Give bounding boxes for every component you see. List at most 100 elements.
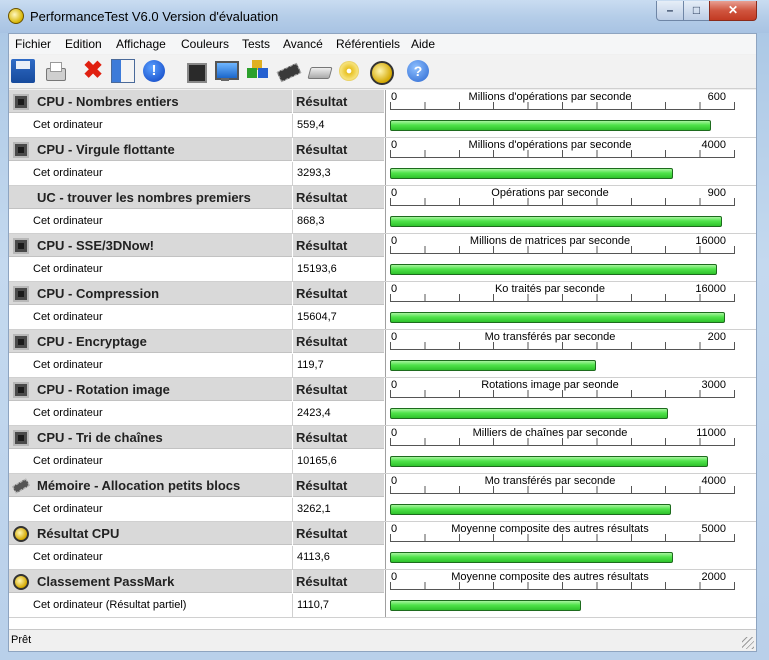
- memory-chip-icon[interactable]: [276, 59, 300, 83]
- result-column-header: Résultat: [296, 238, 348, 253]
- result-graph: 0 Milliers de chaînes par seconde 11000: [385, 426, 756, 474]
- menu-affichage[interactable]: Affichage: [116, 37, 166, 51]
- result-bar: [390, 504, 671, 515]
- passmark-icon[interactable]: [368, 59, 394, 85]
- graph-scale: 0 Moyenne composite des autres résultats…: [390, 522, 735, 545]
- bar-track: [390, 120, 734, 131]
- menu-referentiels[interactable]: Référentiels: [336, 37, 400, 51]
- help-icon[interactable]: ?: [407, 60, 429, 82]
- test-row[interactable]: CPU - Compression Résultat Cet ordinateu…: [9, 282, 756, 330]
- result-value: 15193,6: [297, 263, 337, 275]
- monitor-icon[interactable]: [213, 59, 239, 83]
- test-header[interactable]: CPU - Rotation image Résultat: [9, 378, 384, 401]
- chip-icon: [13, 382, 29, 398]
- result-value: 559,4: [297, 119, 325, 131]
- computer-label: Cet ordinateur: [33, 503, 103, 515]
- menu-avance[interactable]: Avancé: [283, 37, 323, 51]
- info-icon[interactable]: !: [143, 60, 165, 82]
- test-result-row[interactable]: Cet ordinateur 3293,3: [9, 162, 384, 186]
- test-result-row[interactable]: Cet ordinateur 559,4: [9, 114, 384, 138]
- test-row[interactable]: UC - trouver les nombres premiers Résult…: [9, 186, 756, 234]
- test-name: UC - trouver les nombres premiers: [37, 190, 251, 205]
- cd-icon[interactable]: [337, 59, 361, 83]
- test-header[interactable]: CPU - Encryptage Résultat: [9, 330, 384, 353]
- test-name: Mémoire - Allocation petits blocs: [37, 478, 241, 493]
- menu-couleurs[interactable]: Couleurs: [181, 37, 229, 51]
- test-header[interactable]: CPU - Virgule flottante Résultat: [9, 138, 384, 161]
- test-result-row[interactable]: Cet ordinateur 4113,6: [9, 546, 384, 570]
- test-result-row[interactable]: Cet ordinateur 119,7: [9, 354, 384, 378]
- test-header[interactable]: CPU - Compression Résultat: [9, 282, 384, 305]
- test-row[interactable]: CPU - Encryptage Résultat Cet ordinateur…: [9, 330, 756, 378]
- menu-fichier[interactable]: Fichier: [15, 37, 51, 51]
- result-bar: [390, 312, 726, 323]
- test-header[interactable]: Classement PassMark Résultat: [9, 570, 384, 593]
- computer-label: Cet ordinateur: [33, 215, 103, 227]
- result-bar: [390, 216, 722, 227]
- graph-scale: 0 Ko traités par seconde 16000: [390, 282, 735, 305]
- result-bar: [390, 456, 708, 467]
- scale-axis: [390, 157, 734, 158]
- status-text: Prêt: [11, 634, 32, 646]
- test-row[interactable]: Résultat CPU Résultat Cet ordinateur 411…: [9, 522, 756, 570]
- cubes-icon[interactable]: [245, 59, 269, 83]
- resize-grip[interactable]: [742, 637, 754, 649]
- chip-icon: [13, 286, 29, 302]
- result-value: 10165,6: [297, 455, 337, 467]
- chip-icon: [13, 142, 29, 158]
- test-result-row[interactable]: Cet ordinateur 15193,6: [9, 258, 384, 282]
- test-result-row[interactable]: Cet ordinateur 15604,7: [9, 306, 384, 330]
- bar-track: [390, 600, 734, 611]
- test-header[interactable]: CPU - SSE/3DNow! Résultat: [9, 234, 384, 257]
- test-row[interactable]: Classement PassMark Résultat Cet ordinat…: [9, 570, 756, 618]
- delete-icon[interactable]: ✖: [81, 59, 105, 83]
- graph-scale: 0 Millions d'opérations par seconde 600: [390, 90, 735, 113]
- test-row[interactable]: CPU - Rotation image Résultat Cet ordina…: [9, 378, 756, 426]
- result-column-header: Résultat: [296, 382, 348, 397]
- bar-track: [390, 552, 734, 563]
- close-button[interactable]: ✕: [709, 1, 757, 21]
- test-result-row[interactable]: Cet ordinateur 10165,6: [9, 450, 384, 474]
- test-name: CPU - Nombres entiers: [37, 94, 179, 109]
- result-column-header: Résultat: [296, 526, 348, 541]
- bar-track: [390, 456, 734, 467]
- scale-axis: [390, 109, 734, 110]
- test-header[interactable]: CPU - Tri de chaînes Résultat: [9, 426, 384, 449]
- test-header[interactable]: CPU - Nombres entiers Résultat: [9, 90, 384, 113]
- test-result-row[interactable]: Cet ordinateur 3262,1: [9, 498, 384, 522]
- test-result-row[interactable]: Cet ordinateur 2423,4: [9, 402, 384, 426]
- test-row[interactable]: CPU - Virgule flottante Résultat Cet ord…: [9, 138, 756, 186]
- test-row[interactable]: CPU - SSE/3DNow! Résultat Cet ordinateur…: [9, 234, 756, 282]
- computer-label: Cet ordinateur: [33, 407, 103, 419]
- minimize-button[interactable]: –: [656, 1, 684, 21]
- test-row[interactable]: CPU - Nombres entiers Résultat Cet ordin…: [9, 90, 756, 138]
- report-icon[interactable]: [111, 59, 135, 83]
- stop-icon[interactable]: [183, 59, 207, 83]
- result-column-header: Résultat: [296, 142, 348, 157]
- result-bar: [390, 408, 668, 419]
- test-header[interactable]: UC - trouver les nombres premiers Résult…: [9, 186, 384, 209]
- passmark-icon: [13, 526, 29, 542]
- menu-aide[interactable]: Aide: [411, 37, 435, 51]
- menu-tests[interactable]: Tests: [242, 37, 270, 51]
- bar-track: [390, 312, 734, 323]
- scale-axis: [390, 397, 734, 398]
- passmark-app-icon[interactable]: [8, 8, 24, 24]
- test-header[interactable]: Mémoire - Allocation petits blocs Résult…: [9, 474, 384, 497]
- result-value: 3293,3: [297, 167, 331, 179]
- result-column-header: Résultat: [296, 574, 348, 589]
- result-column-header: Résultat: [296, 430, 348, 445]
- scale-axis: [390, 253, 734, 254]
- test-row[interactable]: Mémoire - Allocation petits blocs Résult…: [9, 474, 756, 522]
- test-header[interactable]: Résultat CPU Résultat: [9, 522, 384, 545]
- disk-drive-icon[interactable]: [307, 59, 331, 83]
- maximize-button[interactable]: □: [683, 1, 710, 21]
- test-result-row[interactable]: Cet ordinateur (Résultat partiel) 1110,7: [9, 594, 384, 618]
- test-name: CPU - Tri de chaînes: [37, 430, 163, 445]
- save-icon[interactable]: [11, 59, 35, 83]
- test-row[interactable]: CPU - Tri de chaînes Résultat Cet ordina…: [9, 426, 756, 474]
- test-result-row[interactable]: Cet ordinateur 868,3: [9, 210, 384, 234]
- menu-edition[interactable]: Edition: [65, 37, 102, 51]
- result-bar: [390, 120, 711, 131]
- print-icon[interactable]: [43, 59, 67, 83]
